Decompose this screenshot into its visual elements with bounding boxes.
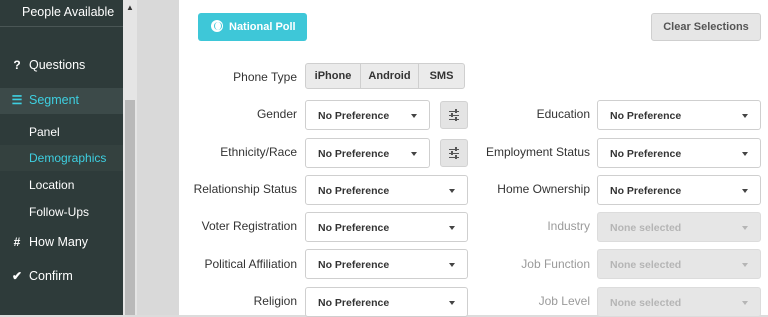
phone-type-segmented-control: iPhone Android SMS (305, 63, 465, 89)
sidebar-item-label: Confirm (29, 269, 73, 283)
list-icon: ☰ (11, 93, 23, 107)
industry-label: Industry (547, 219, 590, 233)
voter-registration-label: Voter Registration (201, 219, 297, 233)
caret-down-icon (449, 263, 455, 267)
sidebar-subitem-demographics[interactable]: Demographics (0, 145, 123, 171)
education-select[interactable]: No Preference (597, 100, 761, 130)
caret-down-icon (742, 301, 748, 305)
job-level-label: Job Level (538, 294, 590, 308)
national-poll-button[interactable]: National Poll (198, 13, 307, 41)
content-gutter (137, 0, 179, 315)
job-function-label: Job Function (521, 257, 590, 271)
globe-icon (211, 20, 223, 32)
gender-filter-button[interactable] (440, 101, 468, 129)
political-affiliation-value: No Preference (318, 259, 390, 271)
people-available-header: People Available (0, 0, 123, 26)
national-poll-label: National Poll (229, 21, 296, 33)
sidebar-item-how-many[interactable]: # How Many (0, 230, 123, 256)
hash-icon: # (13, 235, 21, 249)
sidebar-subitem-label: Location (29, 178, 75, 192)
phone-type-android[interactable]: Android (361, 64, 419, 88)
education-label: Education (536, 107, 590, 121)
ethnicity-filter-button[interactable] (440, 139, 468, 167)
caret-down-icon (449, 226, 455, 230)
caret-down-icon (742, 152, 748, 156)
religion-value: No Preference (318, 297, 390, 309)
sidebar-subitem-panel[interactable]: Panel (0, 119, 123, 145)
relationship-status-select[interactable]: No Preference (305, 175, 468, 205)
caret-down-icon (742, 114, 748, 118)
sidebar-subitem-label: Demographics (29, 151, 107, 165)
sidebar-item-questions[interactable]: ? Questions (0, 53, 123, 79)
employment-status-label: Employment Status (485, 145, 590, 159)
people-available-label: People Available (22, 5, 115, 19)
employment-status-select[interactable]: No Preference (597, 138, 761, 168)
caret-down-icon (449, 189, 455, 193)
caret-down-icon (742, 226, 748, 230)
sidebar-subitem-location[interactable]: Location (0, 172, 123, 198)
ethnicity-select[interactable]: No Preference (305, 138, 430, 168)
phone-type-label: Phone Type (233, 70, 297, 84)
ethnicity-label: Ethnicity/Race (220, 145, 297, 159)
sidebar-subitem-follow-ups[interactable]: Follow-Ups (0, 199, 123, 225)
sidebar-divider (0, 26, 123, 27)
phone-type-sms[interactable]: SMS (419, 64, 464, 88)
clear-selections-button[interactable]: Clear Selections (651, 13, 761, 41)
caret-down-icon (742, 263, 748, 267)
sidebar-item-label: Questions (29, 58, 86, 72)
gender-value: No Preference (318, 110, 390, 122)
sidebar-item-confirm[interactable]: ✔ Confirm (0, 264, 123, 290)
home-ownership-label: Home Ownership (497, 182, 590, 196)
sidebar-item-segment[interactable]: ☰ Segment (0, 88, 123, 114)
sidebar-item-label: Segment (29, 93, 80, 107)
job-function-select: None selected (597, 249, 761, 279)
religion-select[interactable]: No Preference (305, 287, 468, 317)
sidebar-scrollbar[interactable]: ▲ (123, 0, 137, 315)
political-affiliation-label: Political Affiliation (204, 257, 298, 271)
voter-registration-value: No Preference (318, 222, 390, 234)
relationship-status-label: Relationship Status (193, 182, 297, 196)
religion-label: Religion (253, 294, 297, 308)
gender-label: Gender (256, 107, 297, 121)
job-level-value: None selected (610, 297, 682, 309)
job-level-select: None selected (597, 287, 761, 317)
industry-value: None selected (610, 222, 682, 234)
phone-type-iphone[interactable]: iPhone (306, 64, 361, 88)
employment-status-value: No Preference (610, 148, 682, 160)
education-value: No Preference (610, 110, 682, 122)
relationship-status-value: No Preference (318, 185, 390, 197)
industry-select: None selected (597, 212, 761, 242)
sidebar-subitem-label: Follow-Ups (29, 205, 90, 219)
home-ownership-value: No Preference (610, 185, 682, 197)
sidebar-subitem-label: Panel (29, 125, 60, 139)
voter-registration-select[interactable]: No Preference (305, 212, 468, 242)
sidebar-item-label: How Many (29, 235, 89, 249)
sidebar: People Available ? Questions ☰ Segment P… (0, 0, 123, 315)
ethnicity-value: No Preference (318, 148, 390, 160)
scroll-up-arrow-icon[interactable]: ▲ (126, 3, 134, 12)
caret-down-icon (449, 301, 455, 305)
caret-down-icon (411, 152, 417, 156)
political-affiliation-select[interactable]: No Preference (305, 249, 468, 279)
gender-select[interactable]: No Preference (305, 100, 430, 130)
caret-down-icon (411, 114, 417, 118)
question-icon: ? (13, 58, 21, 72)
scrollbar-thumb[interactable] (125, 100, 135, 315)
caret-down-icon (742, 189, 748, 193)
job-function-value: None selected (610, 259, 682, 271)
home-ownership-select[interactable]: No Preference (597, 175, 761, 205)
check-icon: ✔ (11, 269, 23, 283)
